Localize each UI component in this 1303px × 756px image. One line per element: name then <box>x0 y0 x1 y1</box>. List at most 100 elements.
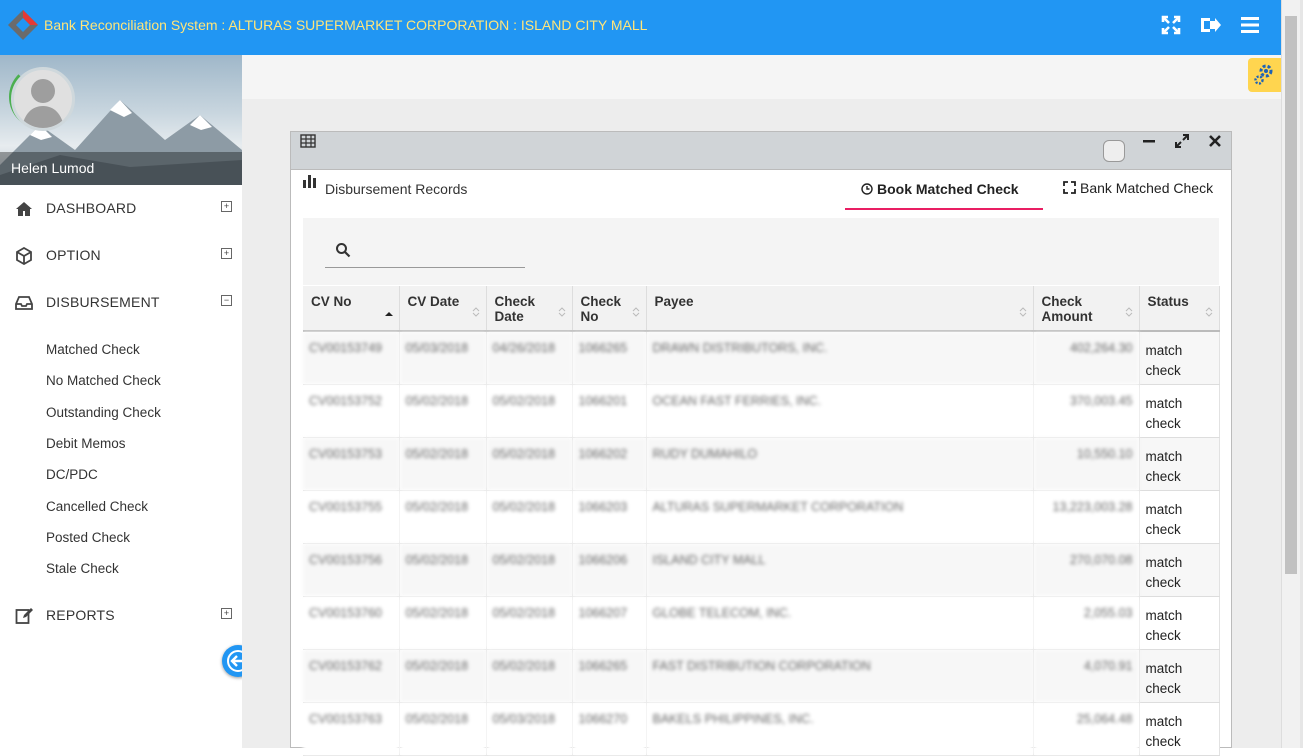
cv-no-cell: CV00153760 <box>303 596 400 650</box>
column-header-payee[interactable]: Payee <box>646 286 1034 332</box>
expand-icon[interactable]: + <box>221 608 232 619</box>
disbursement-table: CV No CV Date Check Date Check No Payee … <box>303 286 1220 756</box>
cv-date-cell: 05/02/2018 <box>399 702 487 756</box>
tab-bank-matched-check[interactable]: Bank Matched Check <box>1055 170 1225 208</box>
check-date-cell: 05/02/2018 <box>486 384 573 438</box>
logout-icon[interactable] <box>1198 13 1222 37</box>
app-title: Bank Reconciliation System : ALTURAS SUP… <box>44 17 648 33</box>
check-amount-cell: 270,070.08 <box>1033 543 1140 597</box>
tab-label: Book Matched Check <box>877 181 1019 197</box>
table-row[interactable]: CV00153753 05/02/2018 05/02/2018 1066202 RUD… <box>303 437 1220 491</box>
menu-icon[interactable] <box>1238 13 1262 37</box>
sidebar-item-option[interactable]: OPTION + <box>0 234 242 278</box>
payee-cell: DRAWN DISTRIBUTORS, INC. <box>646 331 1034 385</box>
table-icon <box>300 134 316 148</box>
search-area <box>303 218 1219 285</box>
tab-book-matched-check[interactable]: Book Matched Check <box>845 170 1043 210</box>
table-row[interactable]: CV00153762 05/02/2018 05/02/2018 1066265 FAS… <box>303 649 1220 703</box>
check-no-cell: 1066203 <box>572 490 647 544</box>
status-cell: match check <box>1139 649 1220 703</box>
column-header-check-no[interactable]: Check No <box>572 286 647 332</box>
status-cell: match check <box>1139 543 1220 597</box>
check-no-cell: 1066201 <box>572 384 647 438</box>
check-amount-cell: 370,003.45 <box>1033 384 1140 438</box>
table-row[interactable]: CV00153760 05/02/2018 05/02/2018 1066207 GLO… <box>303 596 1220 650</box>
cv-date-cell: 05/02/2018 <box>399 437 487 491</box>
panel-color-toggle[interactable] <box>1103 140 1125 162</box>
check-date-cell: 04/26/2018 <box>486 331 573 385</box>
sidebar-subitem-outstanding-check[interactable]: Outstanding Check <box>46 405 161 420</box>
payee-cell: RUDY DUMAHILO <box>646 437 1034 491</box>
table-row[interactable]: CV00153752 05/02/2018 05/02/2018 1066201 OCE… <box>303 384 1220 438</box>
avatar[interactable] <box>11 67 75 131</box>
column-header-cv-no[interactable]: CV No <box>303 286 400 332</box>
expand-icon[interactable]: + <box>221 248 232 259</box>
sidebar-item-label: REPORTS <box>46 607 115 623</box>
check-amount-cell: 10,550.10 <box>1033 437 1140 491</box>
settings-button[interactable] <box>1248 58 1281 92</box>
sidebar-item-disbursement[interactable]: DISBURSEMENT − <box>0 281 242 325</box>
cv-date-cell: 05/02/2018 <box>399 596 487 650</box>
bar-chart-icon <box>303 175 316 188</box>
app-logo <box>8 10 38 40</box>
expand-icon[interactable]: + <box>221 201 232 212</box>
scrollbar-thumb[interactable] <box>1285 16 1297 574</box>
sidebar-subitem-cancelled-check[interactable]: Cancelled Check <box>46 499 148 514</box>
sort-asc-icon <box>384 312 393 316</box>
check-no-cell: 1066206 <box>572 543 647 597</box>
check-date-cell: 05/03/2018 <box>486 702 573 756</box>
status-cell: match check <box>1139 384 1220 438</box>
payee-cell: ISLAND CITY MALL <box>646 543 1034 597</box>
search-input[interactable] <box>325 233 525 268</box>
collapse-icon[interactable]: − <box>221 295 232 306</box>
cube-icon <box>16 247 32 265</box>
check-amount-cell: 13,223,003.28 <box>1033 490 1140 544</box>
sort-icon <box>558 307 565 317</box>
payee-cell: BAKELS PHILIPPINES, INC. <box>646 702 1034 756</box>
check-amount-cell: 402,264.30 <box>1033 331 1140 385</box>
table-body: CV00153749 05/03/2018 04/26/2018 1066265 DRA… <box>303 331 1220 756</box>
status-cell: match check <box>1139 596 1220 650</box>
cv-no-cell: CV00153755 <box>303 490 400 544</box>
check-amount-cell: 2,055.03 <box>1033 596 1140 650</box>
column-header-cv-date[interactable]: CV Date <box>399 286 487 332</box>
page-scrollbar[interactable] <box>1281 0 1303 748</box>
expand-icon[interactable] <box>1175 134 1189 148</box>
home-icon <box>16 202 32 216</box>
column-header-status[interactable]: Status <box>1139 286 1220 332</box>
sort-icon <box>1019 307 1026 317</box>
user-silhouette-icon <box>22 79 64 128</box>
check-no-cell: 1066202 <box>572 437 647 491</box>
minimize-icon[interactable] <box>1142 134 1156 148</box>
sidebar-subitem-stale-check[interactable]: Stale Check <box>46 561 119 576</box>
profile-banner: Helen Lumod <box>0 55 242 185</box>
table-row[interactable]: CV00153755 05/02/2018 05/02/2018 1066203 ALT… <box>303 490 1220 544</box>
sidebar-subitem-matched-check[interactable]: Matched Check <box>46 342 140 357</box>
tab-label: Bank Matched Check <box>1080 180 1214 196</box>
table-row[interactable]: CV00153749 05/03/2018 04/26/2018 1066265 DRA… <box>303 331 1220 385</box>
sidebar-item-reports[interactable]: REPORTS + <box>0 594 242 638</box>
close-icon[interactable] <box>1208 134 1222 148</box>
payee-cell: GLOBE TELECOM, INC. <box>646 596 1034 650</box>
table-row[interactable]: CV00153756 05/02/2018 05/02/2018 1066206 ISL… <box>303 543 1220 597</box>
sidebar-item-dashboard[interactable]: DASHBOARD + <box>0 187 242 231</box>
sidebar-subitem-debit-memos[interactable]: Debit Memos <box>46 436 126 451</box>
inbox-icon <box>15 296 33 310</box>
sort-icon <box>472 307 479 317</box>
sort-icon <box>1125 307 1132 317</box>
fullscreen-icon[interactable] <box>1159 13 1183 37</box>
content-header-band <box>242 55 1281 99</box>
top-bar: Bank Reconciliation System : ALTURAS SUP… <box>0 0 1281 55</box>
sidebar-item-label: DASHBOARD <box>46 200 137 216</box>
table-row[interactable]: CV00153763 05/02/2018 05/03/2018 1066270 BAK… <box>303 702 1220 756</box>
column-header-check-amount[interactable]: Check Amount <box>1033 286 1140 332</box>
check-date-cell: 05/02/2018 <box>486 437 573 491</box>
column-header-check-date[interactable]: Check Date <box>486 286 573 332</box>
cv-no-cell: CV00153753 <box>303 437 400 491</box>
check-no-cell: 1066270 <box>572 702 647 756</box>
cv-no-cell: CV00153763 <box>303 702 400 756</box>
sidebar-subitem-dc-pdc[interactable]: DC/PDC <box>46 467 98 482</box>
sidebar-subitem-posted-check[interactable]: Posted Check <box>46 530 130 545</box>
sidebar-subitem-no-matched-check[interactable]: No Matched Check <box>46 373 161 388</box>
username: Helen Lumod <box>11 160 95 176</box>
